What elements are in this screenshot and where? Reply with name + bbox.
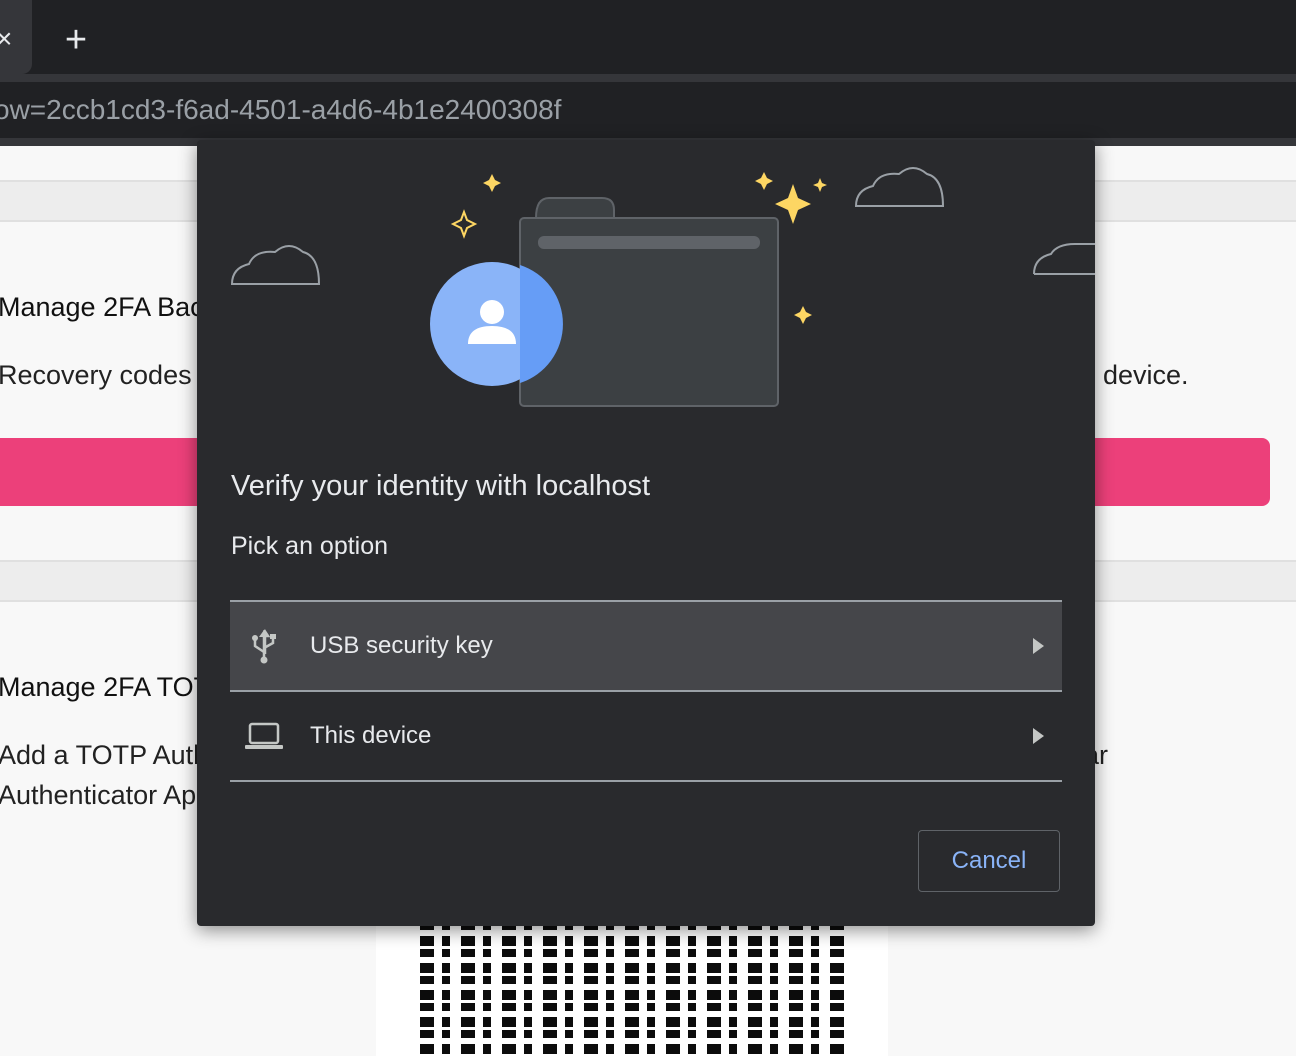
address-bar[interactable]: ow=2ccb1cd3-f6ad-4501-a4d6-4b1e2400308f — [0, 82, 1296, 138]
option-this-device[interactable]: This device — [230, 690, 1062, 782]
cancel-button[interactable]: Cancel — [918, 830, 1060, 892]
identity-illustration — [230, 167, 1095, 407]
chevron-right-icon — [1033, 638, 1044, 654]
backup-description-end: device. — [1103, 360, 1189, 390]
usb-icon — [252, 629, 276, 664]
dialog-title: Verify your identity with localhost — [231, 470, 651, 502]
browser-toolbar: ow=2ccb1cd3-f6ad-4501-a4d6-4b1e2400308f — [0, 74, 1296, 146]
laptop-icon — [245, 722, 283, 749]
new-tab-button[interactable]: + — [58, 21, 94, 59]
dialog-subtitle: Pick an option — [231, 532, 389, 560]
tab-close-icon[interactable]: × — [0, 24, 16, 54]
totp-section-heading: Manage 2FA TOT — [0, 672, 211, 702]
totp-description-line2: Authenticator Ap — [0, 780, 197, 810]
qr-code — [420, 924, 844, 1054]
option-usb-security-key[interactable]: USB security key — [230, 600, 1062, 690]
option-label: USB security key — [310, 632, 493, 659]
backup-description: Recovery codes — [0, 360, 192, 390]
address-bar-url: ow=2ccb1cd3-f6ad-4501-a4d6-4b1e2400308f — [0, 94, 562, 125]
active-tab[interactable]: × — [0, 0, 32, 74]
backup-section-heading: Manage 2FA Bac — [0, 292, 204, 322]
tab-strip: × + — [0, 0, 1296, 74]
totp-description-line1: Add a TOTP Auth — [0, 740, 209, 770]
option-list: USB security key This device — [230, 600, 1062, 782]
webauthn-dialog: Verify your identity with localhost Pick… — [197, 140, 1095, 926]
chevron-right-icon — [1033, 728, 1044, 744]
option-label: This device — [310, 722, 432, 749]
